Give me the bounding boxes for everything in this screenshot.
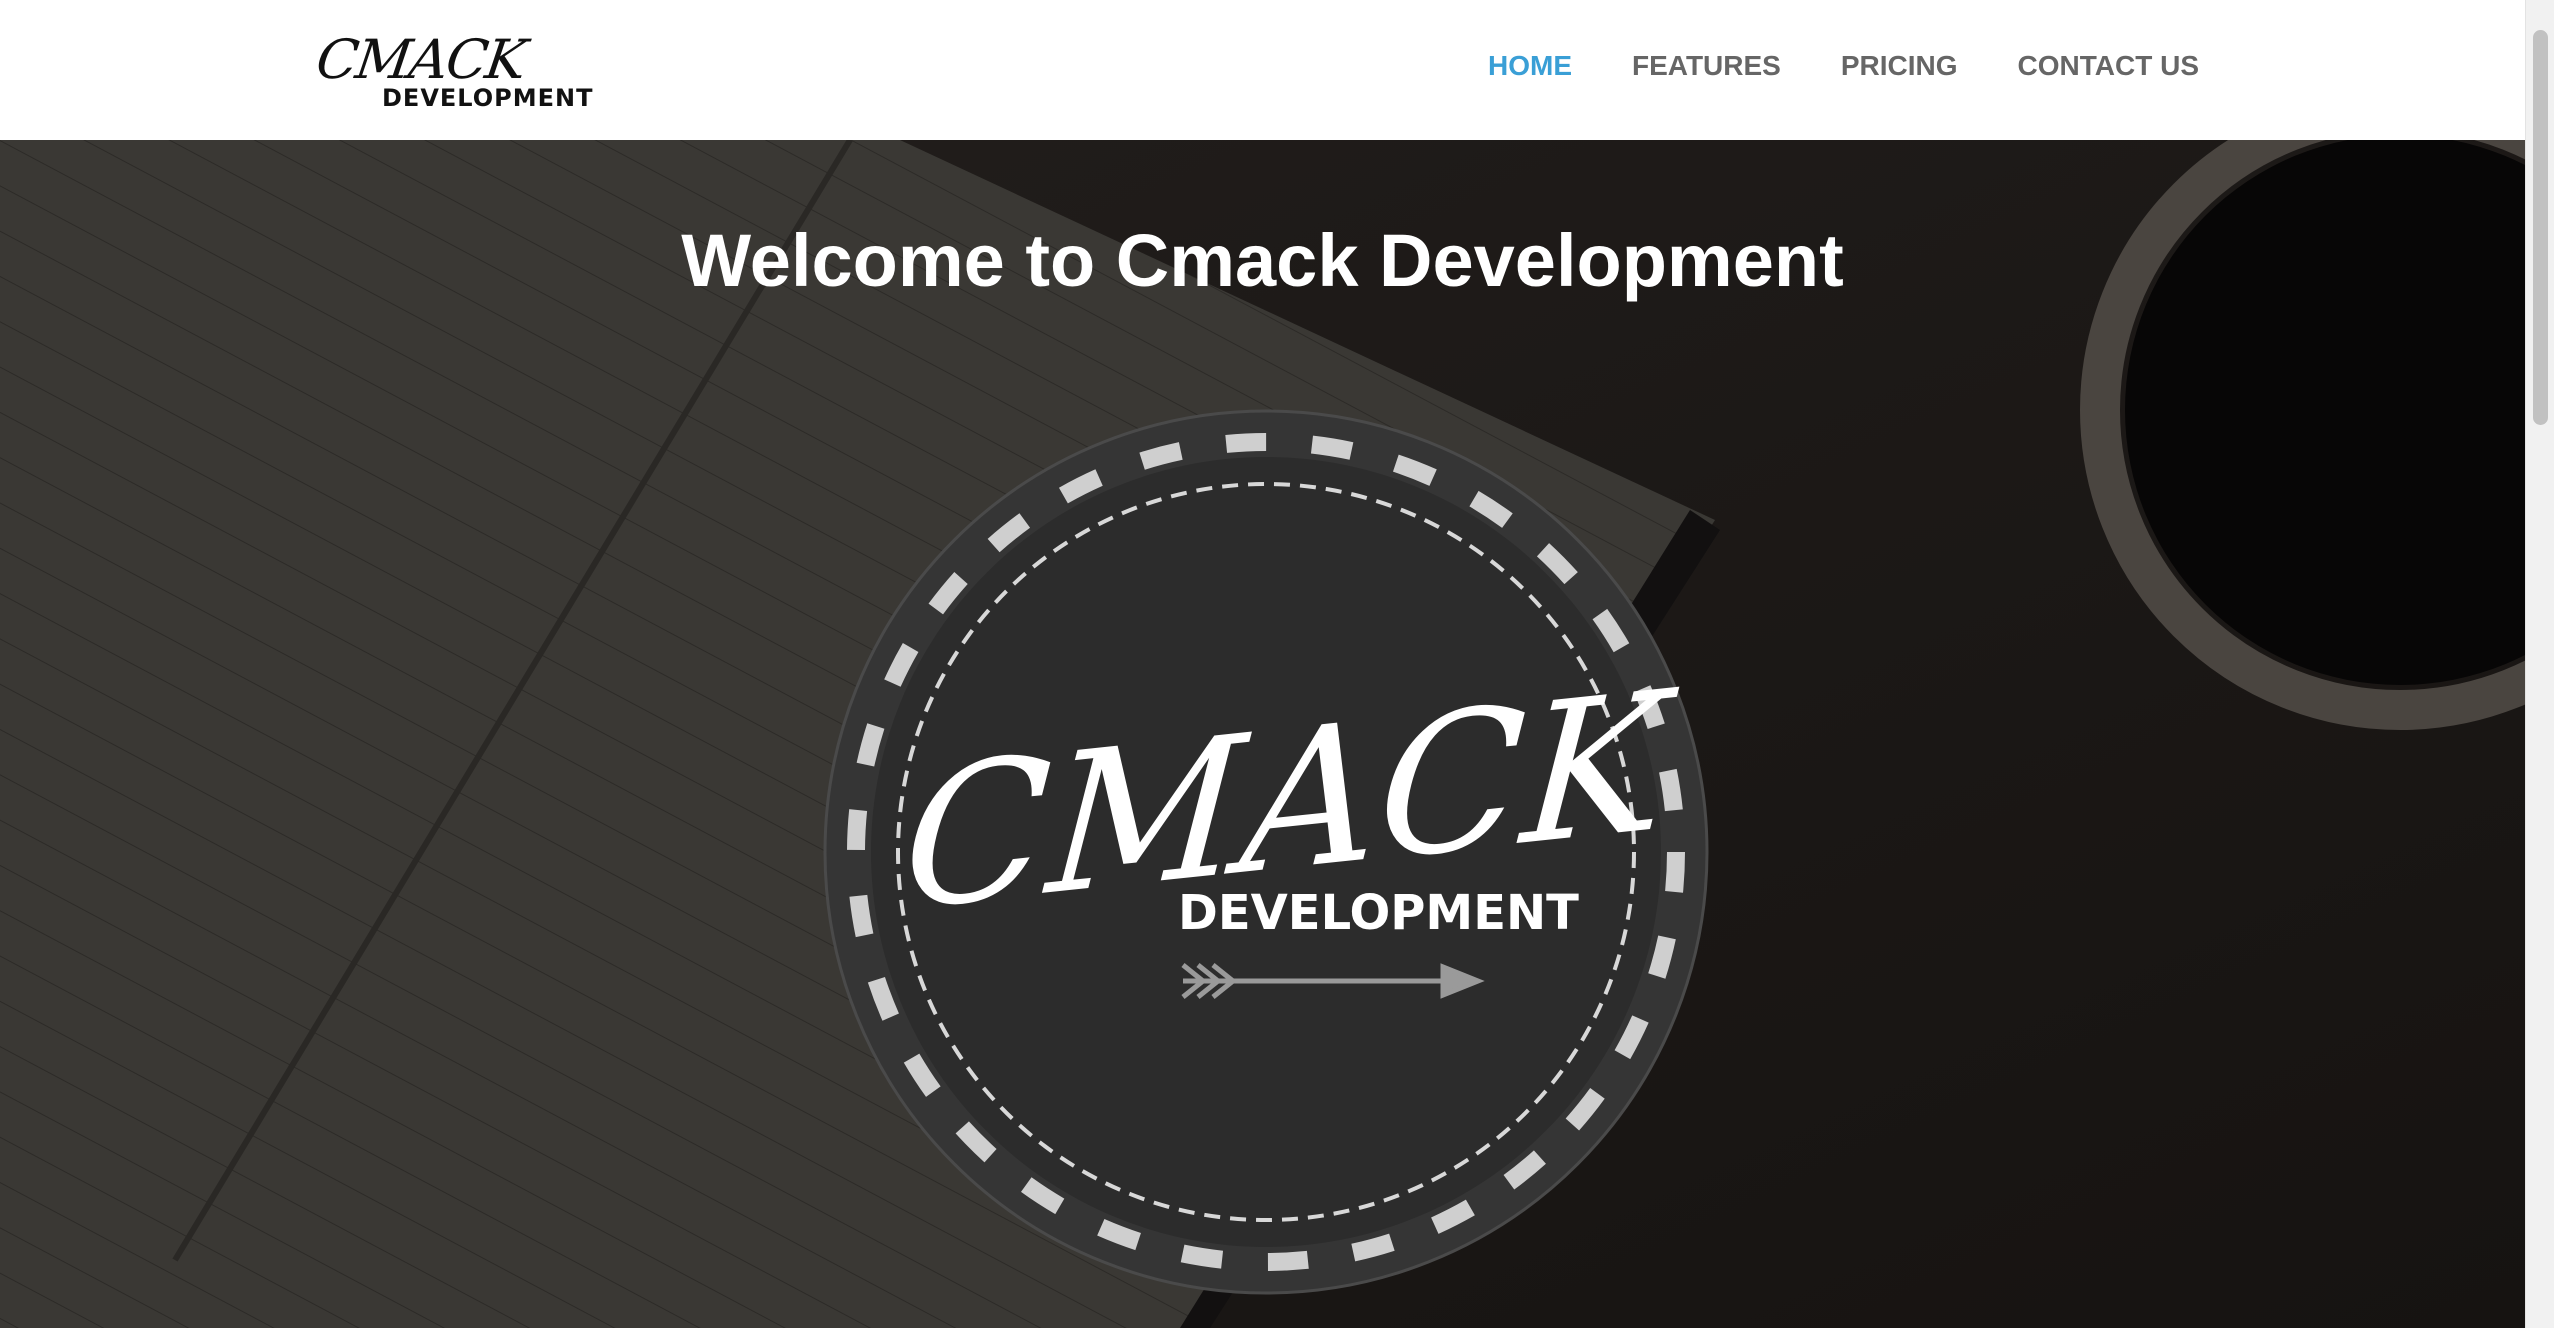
nav-home[interactable]: HOME xyxy=(1488,50,1572,82)
site-logo[interactable]: CMACK DEVELOPMENT xyxy=(312,28,593,118)
hero-title: Welcome to Cmack Development xyxy=(681,219,1844,302)
hero-section: Welcome to Cmack Development CMACK DEVEL… xyxy=(0,140,2525,1328)
nav-features[interactable]: FEATURES xyxy=(1632,50,1781,82)
nav-contact-us[interactable]: CONTACT US xyxy=(2018,50,2199,82)
main-nav: HOME FEATURES PRICING CONTACT US xyxy=(1488,50,2199,82)
logo-sub-text: DEVELOPMENT xyxy=(382,84,594,112)
site-header: CMACK DEVELOPMENT HOME FEATURES PRICING … xyxy=(0,0,2525,140)
nav-pricing[interactable]: PRICING xyxy=(1841,50,1958,82)
badge-sub-text: DEVELOPMENT xyxy=(1178,885,1579,941)
page-scrollbar[interactable] xyxy=(2525,0,2554,1328)
scrollbar-thumb[interactable] xyxy=(2533,30,2548,425)
cmack-badge-logo: CMACK DEVELOPMENT xyxy=(823,409,1709,1295)
logo-script-text: CMACK xyxy=(312,28,529,91)
